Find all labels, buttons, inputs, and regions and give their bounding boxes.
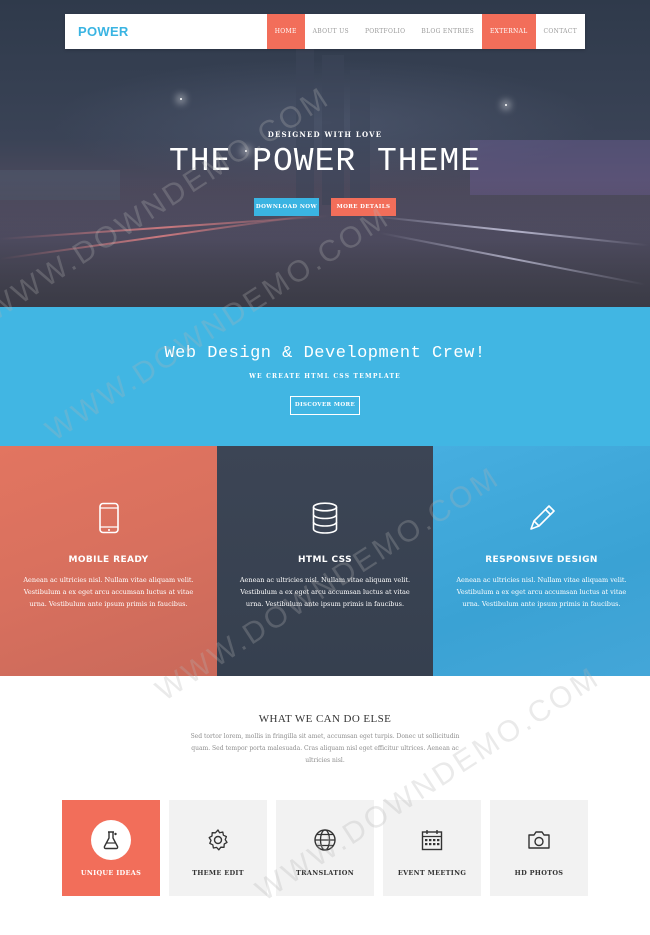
hero-subtitle: DESIGNED WITH LOVE: [267, 130, 383, 139]
services-grid: UNIQUE IDEAS THEME EDIT TRANSLATION EVEN…: [62, 800, 588, 896]
service-hd-photos[interactable]: HD PHOTOS: [490, 800, 588, 896]
feature-text: Aenean ac ultricies nisl. Nullam vitae a…: [23, 576, 194, 608]
band-subtitle: WE CREATE HTML CSS TEMPLATE: [249, 373, 401, 380]
nav-item-home[interactable]: HOME: [266, 14, 305, 49]
section-title: WHAT WE CAN DO ELSE: [258, 713, 392, 725]
smartphone-icon: [0, 502, 217, 534]
top-navbar: POWER HOME ABOUT US PORTFOLIO BLOG ENTRI…: [65, 14, 585, 49]
camera-icon: [490, 824, 588, 856]
service-label: UNIQUE IDEAS: [80, 869, 142, 877]
pencil-icon: [433, 502, 650, 534]
flask-icon: [91, 820, 131, 860]
feature-text: Aenean ac ultricies nisl. Nullam vitae a…: [456, 576, 627, 608]
hero-light: [505, 104, 507, 106]
hero-title: THE POWER THEME: [168, 143, 482, 180]
globe-icon: [276, 824, 374, 856]
band-title: Web Design & Development Crew!: [164, 344, 486, 363]
feature-responsive-design: RESPONSIVE DESIGN Aenean ac ultricies ni…: [433, 446, 650, 676]
gear-icon: [169, 824, 267, 856]
hero-section: POWER HOME ABOUT US PORTFOLIO BLOG ENTRI…: [0, 0, 650, 307]
feature-text: Aenean ac ultricies nisl. Nullam vitae a…: [239, 576, 411, 608]
nav-item-portfolio[interactable]: PORTFOLIO: [357, 14, 413, 49]
feature-title: HTML CSS: [297, 555, 353, 565]
discover-more-button[interactable]: DISCOVER MORE: [290, 396, 360, 415]
nav-item-about-us[interactable]: ABOUT US: [305, 14, 357, 49]
features-section: MOBILE READY Aenean ac ultricies nisl. N…: [0, 446, 650, 676]
database-icon: [217, 502, 433, 534]
nav-item-external[interactable]: EXTERNAL: [482, 14, 536, 49]
service-label: EVENT MEETING: [397, 869, 467, 877]
feature-mobile-ready: MOBILE READY Aenean ac ultricies nisl. N…: [0, 446, 217, 676]
nav-item-blog-entries[interactable]: BLOG ENTRIES: [413, 14, 482, 49]
section-description: Sed tortor lorem, mollis in fringilla si…: [190, 733, 460, 764]
site-logo[interactable]: POWER: [65, 14, 267, 49]
nav-menu: HOME ABOUT US PORTFOLIO BLOG ENTRIES EXT…: [266, 14, 585, 49]
service-event-meeting[interactable]: EVENT MEETING: [383, 800, 481, 896]
service-theme-edit[interactable]: THEME EDIT: [169, 800, 267, 896]
service-unique-ideas[interactable]: UNIQUE IDEAS: [62, 800, 160, 896]
service-label: THEME EDIT: [192, 869, 244, 877]
calendar-icon: [383, 824, 481, 856]
hero-light: [180, 98, 182, 100]
intro-band: Web Design & Development Crew! WE CREATE…: [0, 307, 650, 446]
feature-title: MOBILE READY: [68, 555, 149, 565]
more-details-button[interactable]: MORE DETAILS: [331, 198, 396, 216]
download-now-button[interactable]: DOWNLOAD NOW: [254, 198, 319, 216]
service-label: TRANSLATION: [296, 869, 354, 877]
service-translation[interactable]: TRANSLATION: [276, 800, 374, 896]
nav-item-contact[interactable]: CONTACT: [536, 14, 585, 49]
service-label: HD PHOTOS: [514, 869, 564, 877]
feature-html-css: HTML CSS Aenean ac ultricies nisl. Nulla…: [217, 446, 433, 676]
feature-title: RESPONSIVE DESIGN: [485, 555, 598, 565]
